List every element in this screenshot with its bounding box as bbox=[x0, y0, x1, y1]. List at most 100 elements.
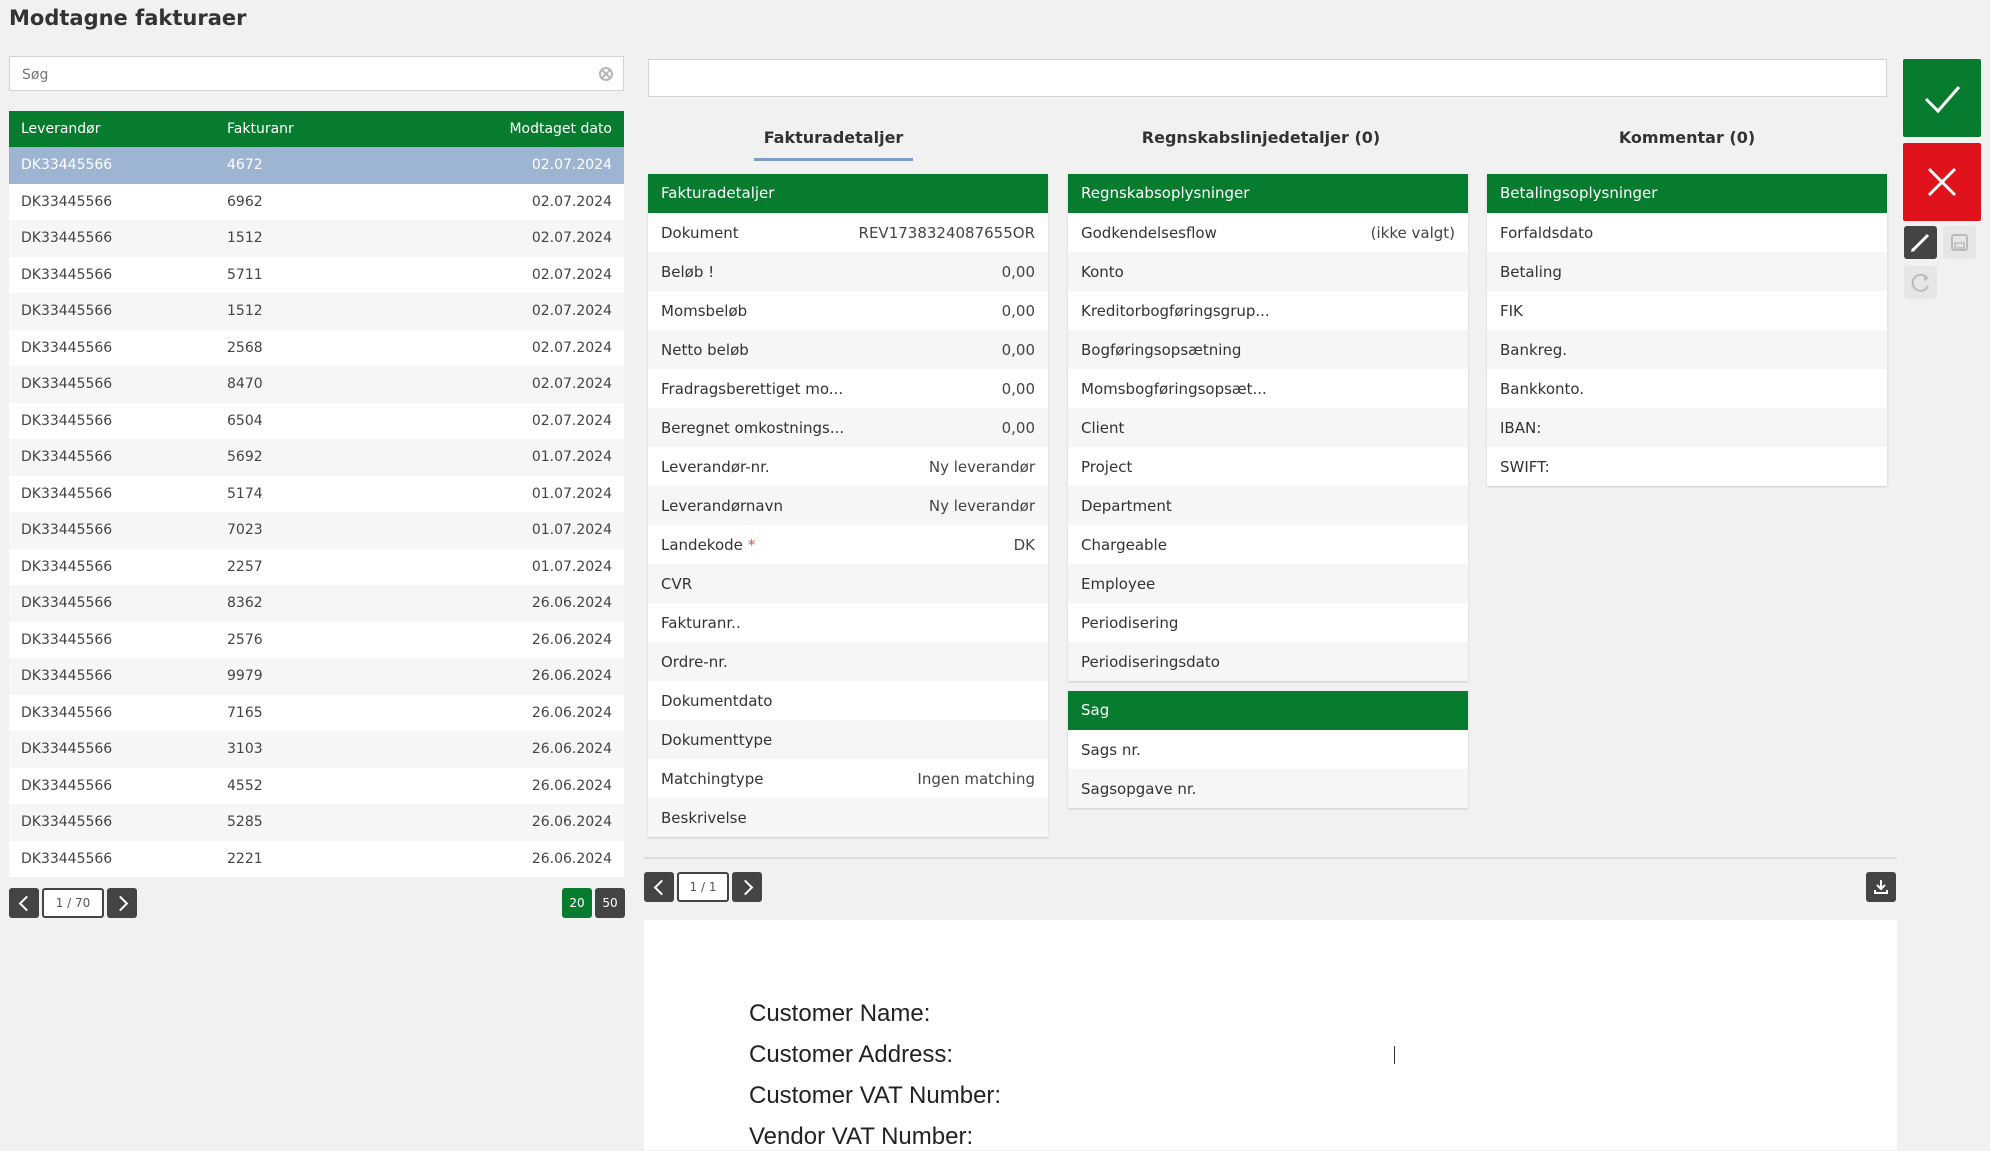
field-row[interactable]: Dokumenttype bbox=[648, 720, 1048, 759]
refresh-button[interactable] bbox=[1904, 266, 1937, 299]
field-label: Leverandørnavn bbox=[661, 497, 783, 515]
field-row[interactable]: Dokumentdato bbox=[648, 681, 1048, 720]
field-row[interactable]: Sags nr. bbox=[1068, 730, 1468, 769]
table-row[interactable]: DK33445566 4552 26.06.2024 bbox=[9, 767, 624, 804]
field-label: Fakturanr.. bbox=[661, 614, 741, 632]
field-row[interactable]: FIK bbox=[1487, 291, 1887, 330]
table-row[interactable]: DK33445566 2568 02.07.2024 bbox=[9, 329, 624, 366]
field-row[interactable]: Bankkonto. bbox=[1487, 369, 1887, 408]
doc-customer-vat: Customer VAT Number: bbox=[749, 1082, 1002, 1109]
table-row[interactable]: DK33445566 5711 02.07.2024 bbox=[9, 256, 624, 293]
field-row[interactable]: CVR bbox=[648, 564, 1048, 603]
field-label: Project bbox=[1081, 458, 1132, 476]
column-header-received[interactable]: Modtaget dato bbox=[420, 121, 624, 137]
table-row[interactable]: DK33445566 2257 01.07.2024 bbox=[9, 548, 624, 585]
table-row[interactable]: DK33445566 7165 26.06.2024 bbox=[9, 694, 624, 731]
field-label: Godkendelsesflow bbox=[1081, 224, 1217, 242]
field-row[interactable]: Landekode * DK bbox=[648, 525, 1048, 564]
field-row[interactable]: Konto bbox=[1068, 252, 1468, 291]
table-row[interactable]: DK33445566 5174 01.07.2024 bbox=[9, 475, 624, 512]
field-row[interactable]: Fradragsberettiget mo... 0,00 bbox=[648, 369, 1048, 408]
save-icon bbox=[1951, 234, 1968, 251]
prev-page-button[interactable] bbox=[9, 888, 39, 918]
field-row[interactable]: Betaling bbox=[1487, 252, 1887, 291]
tab-comments[interactable]: Kommentar (0) bbox=[1549, 128, 1825, 147]
table-row[interactable]: DK33445566 1512 02.07.2024 bbox=[9, 293, 624, 330]
field-row[interactable]: Beskrivelse bbox=[648, 798, 1048, 837]
field-row[interactable]: Fakturanr.. bbox=[648, 603, 1048, 642]
field-row[interactable]: SWIFT: bbox=[1487, 447, 1887, 486]
table-row[interactable]: DK33445566 8470 02.07.2024 bbox=[9, 366, 624, 403]
tab-accounting-lines[interactable]: Regnskabslinjedetaljer (0) bbox=[1096, 128, 1426, 147]
table-row[interactable]: DK33445566 5692 01.07.2024 bbox=[9, 439, 624, 476]
table-row[interactable]: DK33445566 5285 26.06.2024 bbox=[9, 804, 624, 841]
doc-prev-page-button[interactable] bbox=[644, 872, 674, 902]
table-row[interactable]: DK33445566 4672 02.07.2024 bbox=[9, 147, 624, 184]
reject-button[interactable] bbox=[1903, 143, 1981, 221]
field-row[interactable]: Leverandørnavn Ny leverandør bbox=[648, 486, 1048, 525]
tab-invoice-details[interactable]: Fakturadetaljer bbox=[754, 128, 913, 147]
page-size-50-button[interactable]: 50 bbox=[595, 888, 625, 918]
field-row[interactable]: Beregnet omkostnings... 0,00 bbox=[648, 408, 1048, 447]
next-page-button[interactable] bbox=[107, 888, 137, 918]
field-label-text: Dokument bbox=[661, 223, 739, 242]
field-row[interactable]: IBAN: bbox=[1487, 408, 1887, 447]
accounting-header: Regnskabsoplysninger bbox=[1068, 174, 1468, 213]
download-button[interactable] bbox=[1866, 872, 1896, 902]
field-label: Bankreg. bbox=[1500, 341, 1567, 359]
table-row[interactable]: DK33445566 9979 26.06.2024 bbox=[9, 658, 624, 695]
field-row[interactable]: Periodisering bbox=[1068, 603, 1468, 642]
search-input[interactable]: Søg bbox=[9, 56, 624, 91]
field-row[interactable]: Ordre-nr. bbox=[648, 642, 1048, 681]
field-row[interactable]: Matchingtype Ingen matching bbox=[648, 759, 1048, 798]
search-placeholder: Søg bbox=[22, 67, 49, 83]
field-label-text: CVR bbox=[661, 574, 693, 593]
column-header-invoice-no[interactable]: Fakturanr bbox=[215, 121, 420, 137]
field-row[interactable]: Beløb ! 0,00 bbox=[648, 252, 1048, 291]
field-row[interactable]: Chargeable bbox=[1068, 525, 1468, 564]
table-row[interactable]: DK33445566 7023 01.07.2024 bbox=[9, 512, 624, 549]
field-row[interactable]: Sagsopgave nr. bbox=[1068, 769, 1468, 808]
row-invoice-no: 2221 bbox=[227, 850, 263, 867]
field-row[interactable]: Forfaldsdato bbox=[1487, 213, 1887, 252]
text-caret bbox=[1394, 1046, 1395, 1064]
field-row[interactable]: Periodiseringsdato bbox=[1068, 642, 1468, 681]
table-row[interactable]: DK33445566 2221 26.06.2024 bbox=[9, 840, 624, 877]
row-invoice-no: 2576 bbox=[227, 631, 263, 648]
table-row[interactable]: DK33445566 6504 02.07.2024 bbox=[9, 402, 624, 439]
field-row[interactable]: Project bbox=[1068, 447, 1468, 486]
row-received: 26.06.2024 bbox=[531, 777, 612, 794]
table-row[interactable]: DK33445566 2576 26.06.2024 bbox=[9, 621, 624, 658]
field-row[interactable]: Department bbox=[1068, 486, 1468, 525]
field-row[interactable]: Momsbeløb 0,00 bbox=[648, 291, 1048, 330]
field-row[interactable]: Employee bbox=[1068, 564, 1468, 603]
edit-button[interactable] bbox=[1904, 226, 1937, 259]
row-invoice-no: 9979 bbox=[227, 668, 263, 685]
page-size-20-button[interactable]: 20 bbox=[562, 888, 592, 918]
clear-search-icon[interactable] bbox=[599, 67, 613, 81]
field-row[interactable]: Kreditorbogføringsgrup... bbox=[1068, 291, 1468, 330]
field-row[interactable]: Netto beløb 0,00 bbox=[648, 330, 1048, 369]
save-button[interactable] bbox=[1943, 226, 1976, 259]
field-label-text: Betaling bbox=[1500, 262, 1562, 281]
field-row[interactable]: Client bbox=[1068, 408, 1468, 447]
table-row[interactable]: DK33445566 1512 02.07.2024 bbox=[9, 220, 624, 257]
table-row[interactable]: DK33445566 3103 26.06.2024 bbox=[9, 731, 624, 768]
field-row[interactable]: Bogføringsopsætning bbox=[1068, 330, 1468, 369]
table-row[interactable]: DK33445566 8362 26.06.2024 bbox=[9, 585, 624, 622]
accounting-fields: Godkendelsesflow (ikke valgt) Konto Kredito… bbox=[1068, 213, 1468, 681]
field-label-text: Employee bbox=[1081, 574, 1156, 593]
field-row[interactable]: Leverandør-nr. Ny leverandør bbox=[648, 447, 1048, 486]
approve-button[interactable] bbox=[1903, 59, 1981, 137]
row-supplier: DK33445566 bbox=[21, 558, 113, 575]
field-row[interactable]: Momsbogføringsopsæt... bbox=[1068, 369, 1468, 408]
field-row[interactable]: Dokument REV1738324087655OR bbox=[648, 213, 1048, 252]
field-label-text: Periodiseringsdato bbox=[1081, 652, 1220, 671]
field-row[interactable]: Godkendelsesflow (ikke valgt) bbox=[1068, 213, 1468, 252]
table-row[interactable]: DK33445566 6962 02.07.2024 bbox=[9, 183, 624, 220]
column-header-supplier[interactable]: Leverandør bbox=[9, 121, 215, 137]
header-input[interactable] bbox=[648, 59, 1887, 97]
field-label-text: Kreditorbogføringsgrup... bbox=[1081, 301, 1270, 320]
doc-next-page-button[interactable] bbox=[732, 872, 762, 902]
field-row[interactable]: Bankreg. bbox=[1487, 330, 1887, 369]
